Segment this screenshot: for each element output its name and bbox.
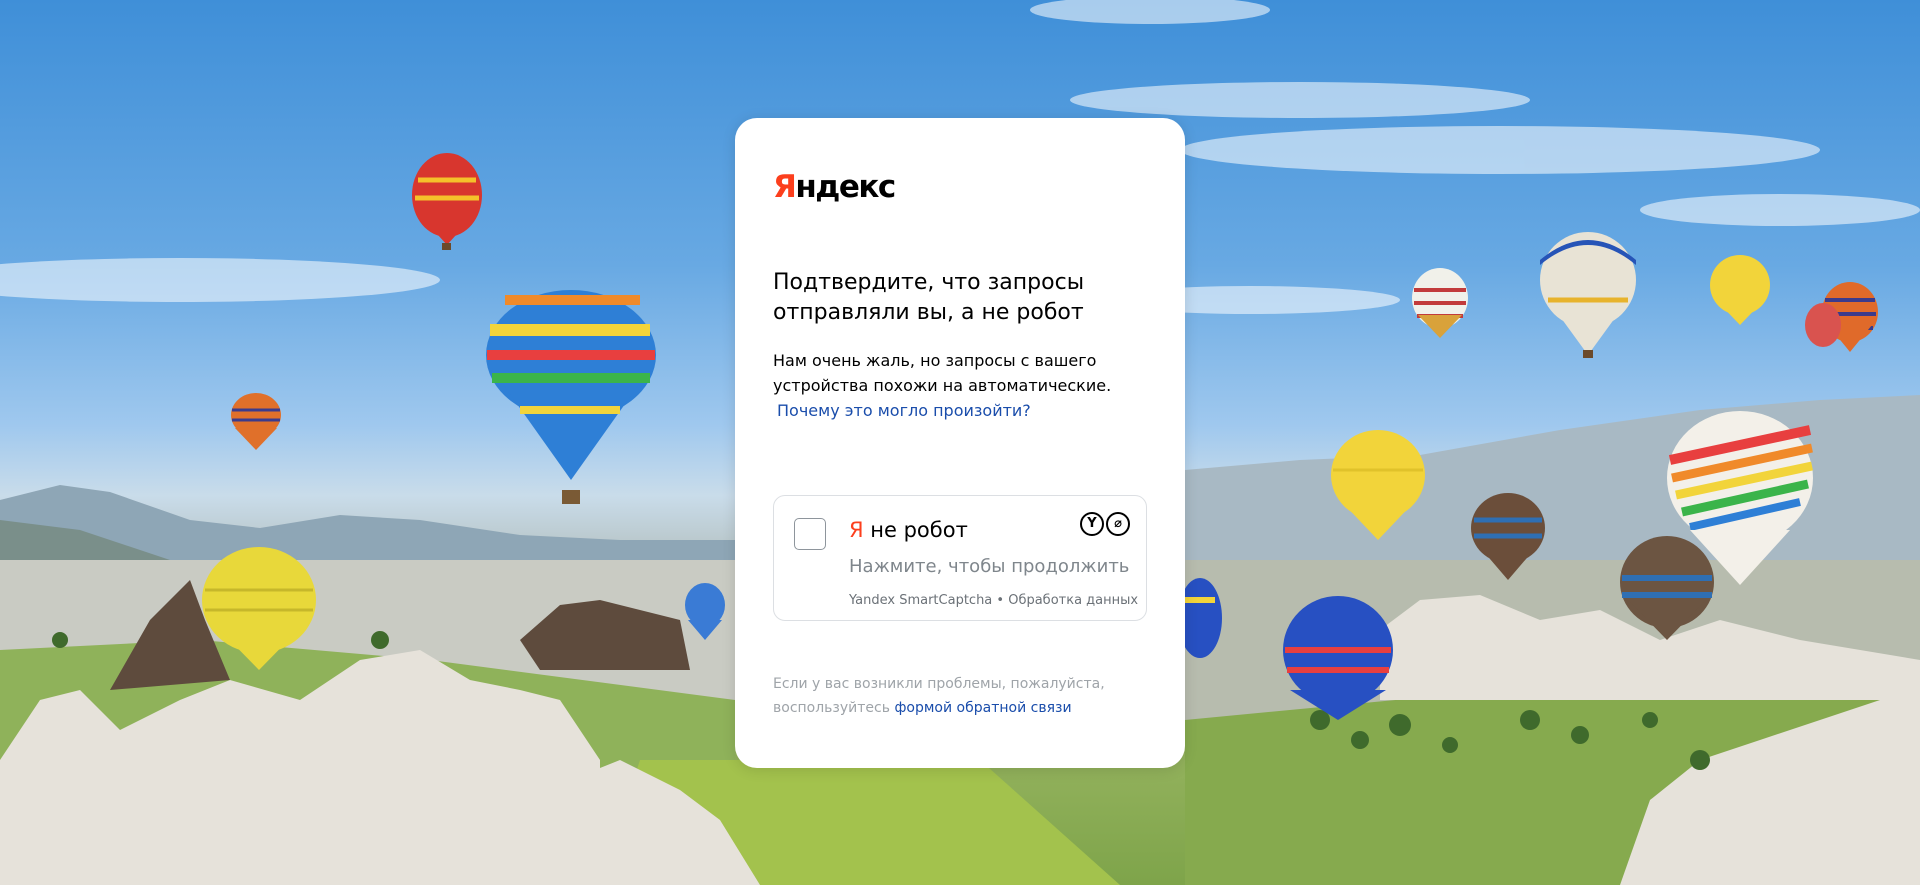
smartcaptcha-circle-icon: ⌀ bbox=[1106, 512, 1130, 536]
captcha-logos: Y ⌀ bbox=[1080, 512, 1130, 536]
feedback-form-link[interactable]: формой обратной связи bbox=[894, 700, 1071, 716]
footer-separator: • bbox=[992, 593, 1009, 608]
balloon-9 bbox=[1805, 282, 1878, 352]
help-text: Если у вас возникли проблемы, пожалуйста… bbox=[773, 672, 1153, 720]
smartcaptcha-widget[interactable]: Я не робот Нажмите, чтобы продолжить Yan… bbox=[773, 495, 1147, 621]
balloon-7 bbox=[1540, 232, 1636, 358]
smartcaptcha-brand[interactable]: Yandex SmartCaptcha bbox=[849, 593, 992, 608]
yandex-logo-first-letter: Я bbox=[773, 169, 797, 205]
yandex-logo[interactable]: Яндекс bbox=[773, 169, 896, 205]
not-robot-checkbox[interactable] bbox=[794, 518, 826, 550]
yandex-circle-icon: Y bbox=[1080, 512, 1104, 536]
balloon-8 bbox=[1710, 255, 1770, 325]
description: Нам очень жаль, но запросы с вашего устр… bbox=[773, 348, 1153, 423]
data-processing-link[interactable]: Обработка данных bbox=[1008, 593, 1138, 608]
not-robot-label[interactable]: Я не робот bbox=[849, 518, 968, 542]
balloon-1 bbox=[412, 153, 482, 250]
not-robot-label-rest: не робот bbox=[863, 518, 968, 542]
balloon-6 bbox=[1412, 268, 1468, 338]
captcha-card: Яндекс Подтвердите, что запросы отправля… bbox=[735, 118, 1185, 768]
yandex-logo-rest: ндекс bbox=[795, 169, 896, 205]
balloon-2 bbox=[486, 290, 656, 504]
description-text: Нам очень жаль, но запросы с вашего устр… bbox=[773, 351, 1112, 395]
captcha-hint: Нажмите, чтобы продолжить bbox=[849, 556, 1130, 577]
balloon-3 bbox=[231, 393, 281, 450]
why-happened-link[interactable]: Почему это могло произойти? bbox=[773, 398, 1153, 423]
not-robot-label-ya: Я bbox=[849, 518, 864, 542]
captcha-footer: Yandex SmartCaptcha • Обработка данных bbox=[849, 593, 1138, 608]
page-title: Подтвердите, что запросы отправляли вы, … bbox=[773, 270, 1085, 325]
